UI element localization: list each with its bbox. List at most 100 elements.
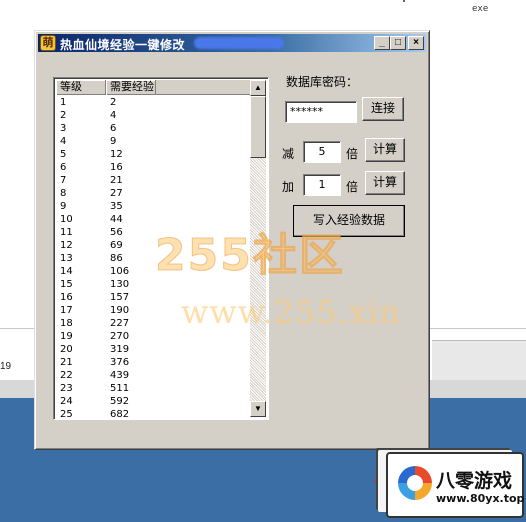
list-item[interactable]: 19 270 [56, 330, 250, 343]
window-title: 热血仙境经验一键修改 [60, 38, 186, 52]
list-item[interactable]: 12 [56, 96, 250, 109]
list-item[interactable]: 5 12 [56, 148, 250, 161]
reduce-label: 减 [282, 147, 295, 161]
logo-url: www.80yx.top [436, 492, 525, 505]
column-header-level[interactable]: 等级 [56, 80, 106, 95]
scroll-up-icon[interactable]: ▲ [250, 80, 266, 96]
exp-cell: 16 [110, 162, 123, 173]
app-window: 萌 热血仙境经验一键修改 _ □ × 等级 需要经验 1 2 2 4 3 6 4 9 5 12 6 1… [34, 30, 430, 450]
exp-cell: 69 [110, 240, 123, 251]
add-multiplier-input[interactable]: 1 [303, 174, 341, 196]
exp-cell: 9 [110, 136, 117, 147]
level-cell: 20 [60, 344, 73, 355]
background-tick [403, 0, 405, 2]
list-item[interactable]: 49 [56, 135, 250, 148]
list-item[interactable]: 25 682 [56, 408, 250, 420]
level-cell: 22 [60, 370, 73, 381]
level-cell: 1 [60, 97, 67, 108]
level-cell: 18 [60, 318, 73, 329]
add-label: 加 [282, 180, 295, 194]
list-item[interactable]: 36 [56, 122, 250, 135]
level-cell: 19 [60, 331, 73, 342]
logo-back-number: 3 [374, 470, 382, 486]
level-cell: 9 [60, 201, 67, 212]
logo-name: 八零游戏 [436, 470, 513, 492]
exp-cell: 21 [110, 175, 123, 186]
reduce-unit-label: 倍 [346, 147, 359, 161]
level-cell: 3 [60, 123, 67, 134]
minimize-button[interactable]: _ [374, 36, 390, 50]
level-cell: 10 [60, 214, 73, 225]
level-cell: 14 [60, 266, 73, 277]
level-cell: 5 [60, 149, 67, 160]
exp-cell: 130 [110, 279, 130, 290]
exp-cell: 592 [110, 396, 130, 407]
list-item[interactable]: 20 319 [56, 343, 250, 356]
level-cell: 4 [60, 136, 67, 147]
db-password-label: 数据库密码： [286, 75, 359, 89]
exp-cell: 44 [110, 214, 123, 225]
exp-cell: 157 [110, 292, 130, 303]
exp-cell: 439 [110, 370, 130, 381]
level-cell: 2 [60, 110, 67, 121]
scroll-down-icon[interactable]: ▼ [250, 401, 266, 417]
exp-cell: 682 [110, 409, 130, 420]
title-redaction [194, 37, 284, 49]
level-cell: 7 [60, 175, 67, 186]
list-item[interactable]: 9 35 [56, 200, 250, 213]
add-unit-label: 倍 [346, 180, 359, 194]
list-item[interactable]: 24 592 [56, 395, 250, 408]
exp-cell: 270 [110, 331, 130, 342]
list-item[interactable]: 6 16 [56, 161, 250, 174]
level-cell: 21 [60, 357, 73, 368]
exp-cell: 86 [110, 253, 123, 264]
list-item[interactable]: 8 27 [56, 187, 250, 200]
exp-cell: 56 [110, 227, 123, 238]
list-item[interactable]: 24 [56, 109, 250, 122]
level-cell: 24 [60, 396, 73, 407]
exp-cell: 511 [110, 383, 130, 394]
background-number: 19 [0, 361, 12, 372]
background-filename: exe [472, 4, 489, 14]
column-header-exp[interactable]: 需要经验 [106, 80, 156, 95]
list-item[interactable]: 22 439 [56, 369, 250, 382]
site-logo-card: 八零游戏 www.80yx.top [386, 452, 524, 518]
exp-cell: 106 [110, 266, 130, 277]
exp-cell: 4 [110, 110, 117, 121]
exp-cell: 2 [110, 97, 117, 108]
level-cell: 11 [60, 227, 73, 238]
exp-cell: 12 [110, 149, 123, 160]
level-cell: 13 [60, 253, 73, 264]
list-item[interactable]: 7 21 [56, 174, 250, 187]
list-item[interactable]: 23 511 [56, 382, 250, 395]
scroll-thumb[interactable] [250, 96, 266, 158]
exp-cell: 35 [110, 201, 123, 212]
close-button[interactable]: × [408, 36, 424, 50]
level-cell: 15 [60, 279, 73, 290]
app-icon: 萌 [40, 35, 56, 51]
watermark-url: www.255.xin [181, 293, 401, 331]
level-cell: 23 [60, 383, 73, 394]
exp-cell: 227 [110, 318, 130, 329]
title-bar[interactable]: 萌 热血仙境经验一键修改 _ □ × [38, 34, 426, 52]
exp-cell: 190 [110, 305, 130, 316]
watermark-community: 255社区 [155, 230, 345, 282]
maximize-button[interactable]: □ [390, 36, 406, 50]
connect-button[interactable]: 连接 [362, 97, 404, 121]
level-cell: 8 [60, 188, 67, 199]
db-password-input[interactable]: ****** [285, 101, 357, 123]
exp-cell: 376 [110, 357, 130, 368]
exp-cell: 27 [110, 188, 123, 199]
level-cell: 6 [60, 162, 67, 173]
reduce-calc-button[interactable]: 计算 [365, 138, 405, 162]
level-cell: 12 [60, 240, 73, 251]
level-cell: 25 [60, 409, 73, 420]
add-calc-button[interactable]: 计算 [365, 171, 405, 195]
level-cell: 17 [60, 305, 73, 316]
exp-cell: 319 [110, 344, 130, 355]
list-item[interactable]: 21 376 [56, 356, 250, 369]
reduce-multiplier-input[interactable]: 5 [303, 141, 341, 163]
level-cell: 16 [60, 292, 73, 303]
exp-cell: 6 [110, 123, 117, 134]
logo-swirl-icon [398, 466, 432, 500]
